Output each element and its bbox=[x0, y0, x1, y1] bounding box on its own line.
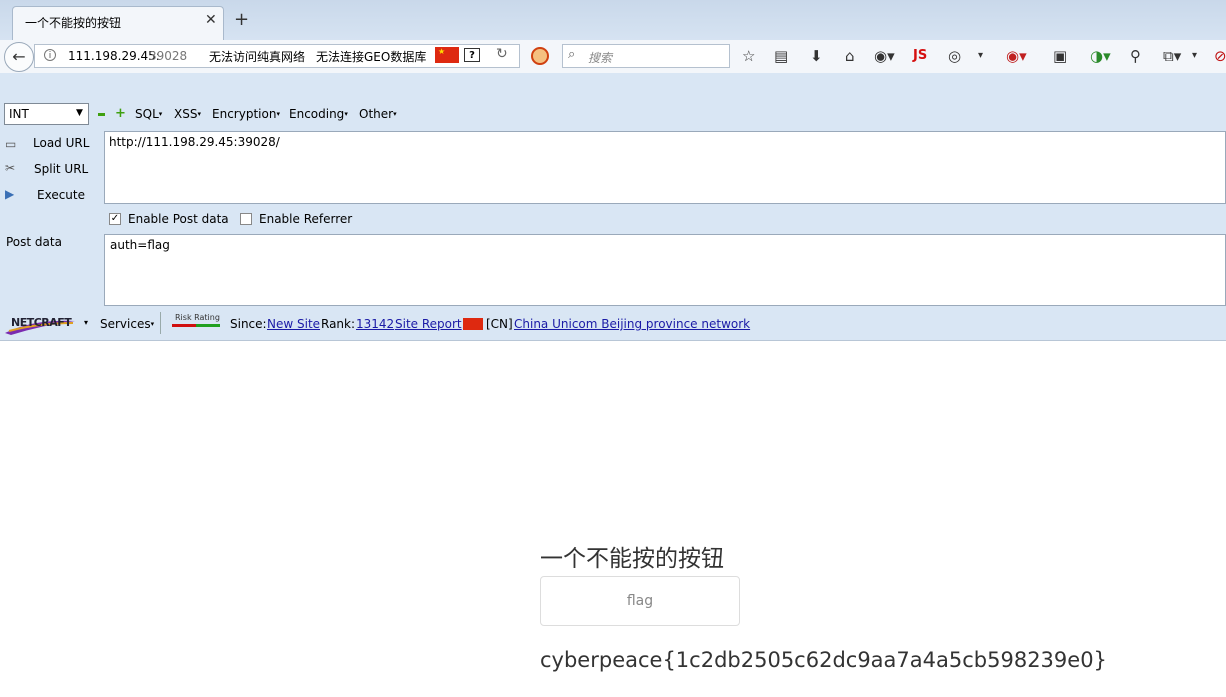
enable-post-label: Enable Post data bbox=[128, 212, 229, 226]
stop-icon[interactable]: ◉▾ bbox=[1006, 46, 1027, 66]
minus-icon[interactable] bbox=[98, 113, 105, 116]
netcraft-logo[interactable]: NETCRAFT bbox=[3, 313, 77, 335]
load-url-icon: ▭ bbox=[5, 137, 17, 151]
adblock-icon[interactable]: ⊘ bbox=[1214, 46, 1226, 66]
download-icon[interactable]: ⬇ bbox=[810, 46, 823, 66]
risk-rating[interactable]: Risk Rating bbox=[170, 313, 222, 330]
china-flag-icon: ★ bbox=[435, 47, 459, 63]
execute-button[interactable]: Execute bbox=[37, 188, 85, 202]
type-select-value: INT bbox=[9, 107, 29, 121]
enable-referrer-label: Enable Referrer bbox=[259, 212, 353, 226]
help-icon[interactable]: ? bbox=[464, 48, 480, 62]
flag-output: cyberpeace{1c2db2505c62dc9aa7a4a5cb59823… bbox=[540, 648, 1107, 672]
geo-notice-2: 无法连接GEO数据库 bbox=[316, 50, 427, 64]
zoom-icon[interactable]: ⚲ bbox=[1130, 46, 1141, 66]
since-link[interactable]: New Site bbox=[267, 317, 320, 331]
rank-link[interactable]: 13142 bbox=[356, 317, 394, 331]
image-icon[interactable]: ▣ bbox=[1053, 46, 1067, 66]
enable-post-checkbox[interactable]: ✓ bbox=[109, 213, 121, 225]
search-icon: ⌕ bbox=[568, 47, 576, 62]
geo-notice-1: 无法访问纯真网络 bbox=[209, 50, 306, 64]
risk-rating-label: Risk Rating bbox=[175, 313, 220, 322]
close-tab-icon[interactable]: ✕ bbox=[205, 12, 217, 28]
tab-title: 一个不能按的按钮 bbox=[25, 16, 122, 30]
home-icon[interactable]: ⌂ bbox=[845, 46, 855, 66]
network-icon[interactable]: ◑▾ bbox=[1090, 46, 1111, 66]
url-textarea-value: http://111.198.29.45:39028/ bbox=[109, 135, 280, 149]
risk-rating-bar bbox=[172, 324, 220, 327]
url-port: 39028 bbox=[149, 49, 188, 63]
star-icon[interactable]: ☆ bbox=[742, 46, 755, 66]
overflow-icon[interactable]: ▾ bbox=[1192, 46, 1197, 66]
url-host: 111.198.29.45: bbox=[68, 49, 160, 63]
enable-referrer-checkbox[interactable] bbox=[240, 213, 252, 225]
since-label: Since: bbox=[230, 317, 267, 331]
netcraft-dropdown-icon[interactable]: ▾ bbox=[84, 318, 88, 327]
load-url-button[interactable]: Load URL bbox=[33, 136, 89, 150]
search-input[interactable]: 搜索 bbox=[588, 49, 612, 66]
post-data-label: Post data bbox=[6, 235, 62, 249]
network-link[interactable]: China Unicom Beijing province network bbox=[514, 317, 750, 331]
back-button[interactable]: ← bbox=[4, 42, 34, 72]
services-menu[interactable]: Services▾ bbox=[100, 317, 154, 331]
post-data-textarea[interactable] bbox=[104, 234, 1226, 306]
menu-encoding[interactable]: Encoding▾ bbox=[289, 107, 348, 121]
menu-sql[interactable]: SQL▾ bbox=[135, 107, 162, 121]
menu-encryption[interactable]: Encryption▾ bbox=[212, 107, 280, 121]
rank-label: Rank: bbox=[321, 317, 356, 331]
page-heading: 一个不能按的按钮 bbox=[540, 546, 724, 572]
divider bbox=[160, 312, 161, 334]
chevron-down-icon: ▼ bbox=[76, 108, 83, 118]
china-flag-icon bbox=[463, 318, 483, 330]
palette-icon[interactable]: ◎ bbox=[948, 46, 961, 66]
new-tab-button[interactable]: + bbox=[234, 10, 249, 30]
country-code: [CN] bbox=[486, 317, 513, 331]
menu-other[interactable]: Other▾ bbox=[359, 107, 397, 121]
browser-tab[interactable]: 一个不能按的按钮 ✕ bbox=[12, 6, 224, 40]
split-url-icon: ✂ bbox=[5, 161, 16, 175]
plus-icon[interactable]: + bbox=[115, 107, 126, 120]
dropdown-icon[interactable]: ▾ bbox=[978, 46, 983, 66]
globe-icon[interactable]: ◉▾ bbox=[874, 46, 895, 66]
flag-button[interactable]: flag bbox=[540, 576, 740, 626]
split-url-button[interactable]: Split URL bbox=[34, 162, 88, 176]
reading-list-icon[interactable]: ▤ bbox=[774, 46, 788, 66]
site-info-icon[interactable]: i bbox=[44, 49, 56, 61]
execute-icon: ▶ bbox=[5, 187, 15, 201]
copy-icon[interactable]: ⧉▾ bbox=[1163, 46, 1181, 66]
menu-xss[interactable]: XSS▾ bbox=[174, 107, 201, 121]
post-data-value: auth=flag bbox=[110, 238, 170, 252]
block-icon[interactable] bbox=[531, 47, 549, 65]
js-icon[interactable]: JS bbox=[913, 48, 927, 63]
site-report-link[interactable]: Site Report bbox=[395, 317, 462, 331]
reload-icon[interactable]: ↻ bbox=[496, 46, 508, 62]
